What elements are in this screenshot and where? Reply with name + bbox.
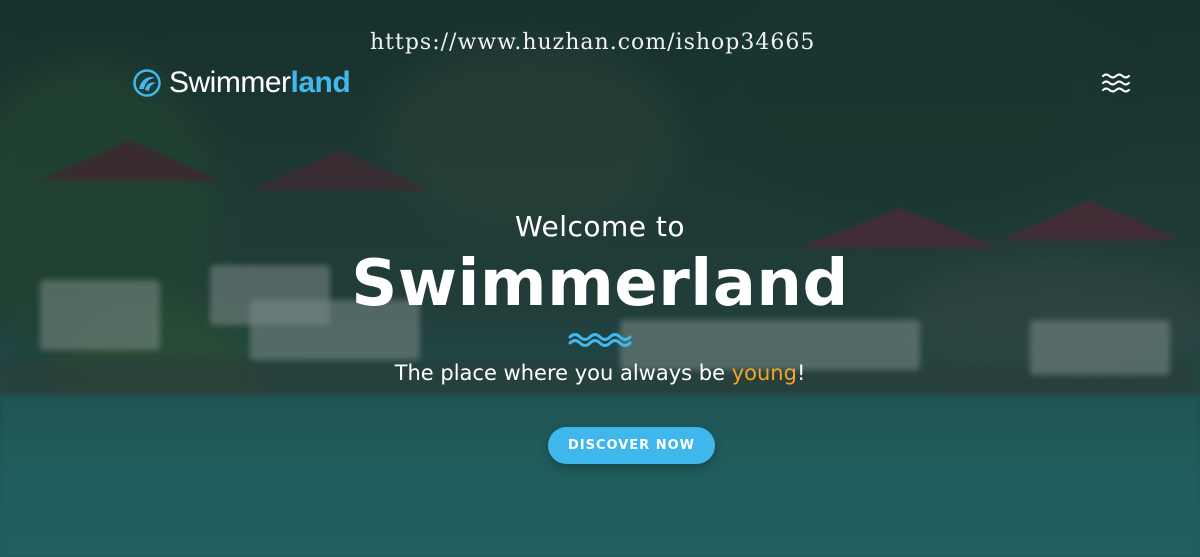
waves-menu-icon [1101,73,1131,93]
tagline-end: ! [796,361,806,385]
menu-button[interactable] [1101,71,1131,97]
logo-text-plain: Swimmer [169,66,291,99]
site-logo[interactable]: Swimmerland [133,66,351,100]
hero-title: Swimmerland [351,247,849,321]
hero-content: Welcome to Swimmerland The place where y… [0,210,1200,385]
wave-divider-icon [568,333,632,347]
tagline-text: The place where you always be [394,361,732,385]
discover-now-button[interactable]: DISCOVER NOW [548,427,715,464]
welcome-text: Welcome to [514,210,686,243]
hero-tagline: The place where you always be young! [0,361,1200,385]
wave-circle-icon [133,69,161,97]
logo-text-accent: land [290,66,351,99]
logo-wordmark: Swimmerland [169,66,351,100]
watermark-text: https://www.huzhan.com/ishop34665 [370,30,816,55]
tagline-highlight: young [731,361,797,385]
